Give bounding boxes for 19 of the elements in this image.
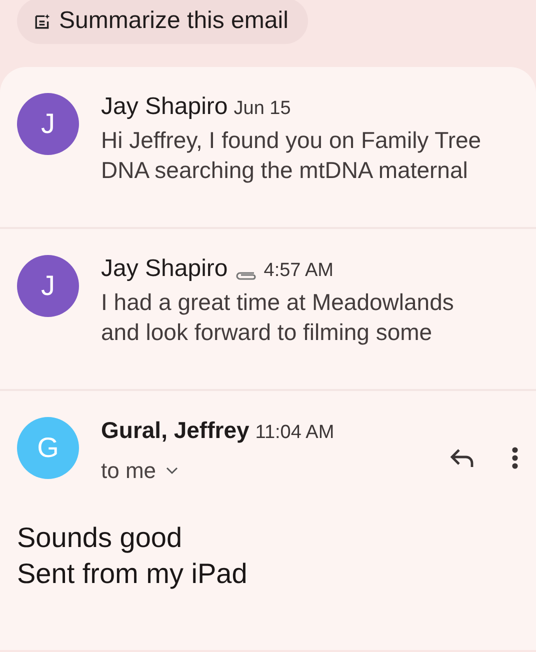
sender-name: Jay Shapiro (101, 255, 228, 283)
recipient-label: to me (101, 458, 156, 484)
sender-name: Gural, Jeffrey (101, 417, 250, 444)
more-options-icon[interactable] (511, 446, 519, 470)
message-body-line: Sounds good (17, 521, 184, 555)
avatar: G (17, 417, 79, 479)
message-snippet: Hi Jeffrey, I found you on Family Tree DNA searching the mtDNA maternal (101, 126, 482, 185)
message-time: 4:57 AM (264, 260, 334, 282)
summary-icon (34, 12, 51, 30)
message-body-line: Sent from my iPad (17, 557, 248, 591)
message-time: Jun 15 (234, 98, 291, 120)
reply-icon[interactable] (449, 446, 475, 468)
sender-name: Jay Shapiro (101, 93, 228, 121)
chevron-down-icon[interactable] (166, 467, 178, 475)
message-snippet: I had a great time at Meadowlands and look forward to filming some (101, 288, 455, 347)
message-time: 11:04 AM (255, 422, 334, 444)
summarize-button[interactable]: Summarize this email (17, 0, 308, 44)
avatar: J (17, 255, 79, 317)
avatar: J (17, 93, 79, 155)
